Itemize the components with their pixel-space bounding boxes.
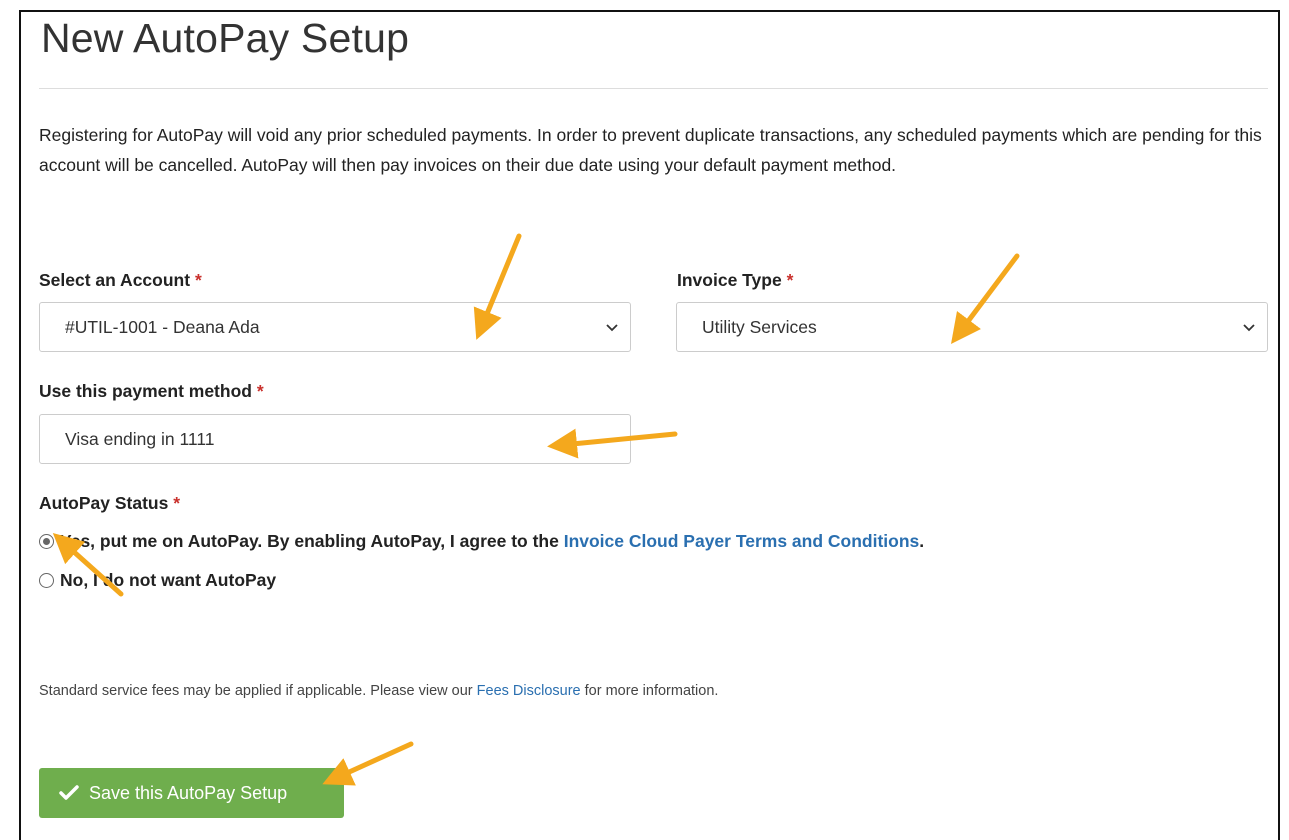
intro-text: Registering for AutoPay will void any pr… xyxy=(39,125,1262,175)
account-select[interactable]: #UTIL-1001 - Deana Ada xyxy=(39,302,631,352)
account-label-text: Select an Account xyxy=(39,270,191,290)
autopay-status-label: AutoPay Status * xyxy=(39,493,180,514)
save-autopay-button[interactable]: Save this AutoPay Setup xyxy=(39,768,344,818)
required-mark: * xyxy=(256,381,264,401)
autopay-yes-option[interactable]: Yes, put me on AutoPay. By enabling Auto… xyxy=(39,531,924,552)
invoice-type-select[interactable]: Utility Services xyxy=(676,302,1268,352)
fees-note-prefix: Standard service fees may be applied if … xyxy=(39,683,477,699)
invoice-type-select-value: Utility Services xyxy=(702,317,817,337)
required-mark: * xyxy=(786,270,794,290)
payment-method-label: Use this payment method * xyxy=(39,381,264,402)
payment-method-label-text: Use this payment method xyxy=(39,381,252,401)
autopay-status-label-text: AutoPay Status xyxy=(39,493,169,513)
fees-disclosure-link[interactable]: Fees Disclosure xyxy=(477,683,581,699)
autopay-yes-suffix: . xyxy=(919,531,925,551)
invoice-type-label-text: Invoice Type xyxy=(677,270,782,290)
payment-method-value: Visa ending in 1111 xyxy=(65,429,215,449)
terms-link[interactable]: Invoice Cloud Payer Terms and Conditions xyxy=(564,531,920,552)
required-mark: * xyxy=(194,270,202,290)
autopay-no-option[interactable]: No, I do not want AutoPay xyxy=(39,570,276,591)
payment-method-field[interactable]: Visa ending in 1111 xyxy=(39,414,631,464)
autopay-no-text: No, I do not want AutoPay xyxy=(60,570,277,590)
save-button-label: Save this AutoPay Setup xyxy=(89,782,288,803)
autopay-no-radio[interactable] xyxy=(39,573,54,588)
account-select-value: #UTIL-1001 - Deana Ada xyxy=(65,317,260,337)
checkmark-icon xyxy=(59,785,79,800)
invoice-type-label: Invoice Type * xyxy=(677,270,793,291)
page-title: New AutoPay Setup xyxy=(41,15,410,61)
autopay-yes-radio[interactable] xyxy=(39,534,54,549)
fees-note-suffix: for more information. xyxy=(580,683,719,699)
chevron-down-icon xyxy=(606,324,618,332)
fees-note: Standard service fees may be applied if … xyxy=(39,683,718,699)
autopay-yes-text: Yes, put me on AutoPay. By enabling Auto… xyxy=(60,531,564,551)
account-label: Select an Account * xyxy=(39,270,202,291)
chevron-down-icon xyxy=(1243,324,1255,332)
title-divider xyxy=(39,88,1268,89)
required-mark: * xyxy=(173,493,181,513)
